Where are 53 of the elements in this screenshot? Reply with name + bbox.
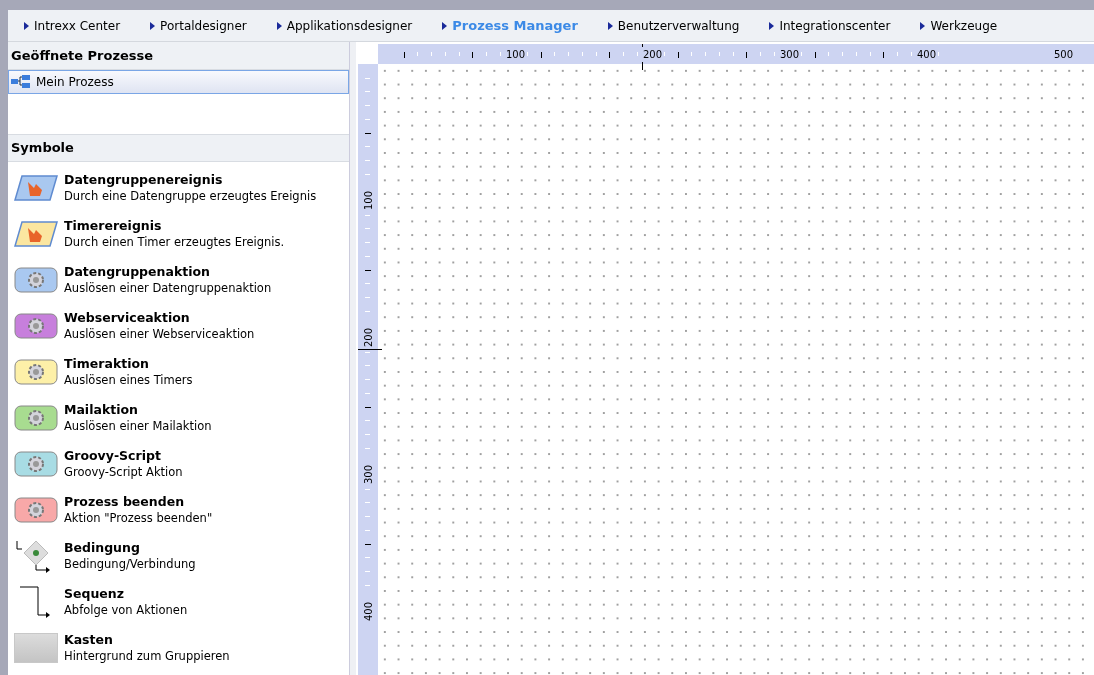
nav-tab[interactable]: Applikationsdesigner (276, 16, 413, 35)
symbol-title: Bedingung (64, 540, 141, 556)
symbol-description: Auslösen eines Timers (64, 372, 193, 388)
triangle-icon (920, 21, 926, 30)
symbol-item[interactable]: Timerereignis Durch einen Timer erzeugtes Ereignis. (14, 214, 349, 254)
symbol-item[interactable]: Kasten Hintergrund zum Gruppieren (14, 628, 349, 668)
symbol-description: Aktion "Prozess beenden" (64, 510, 213, 526)
symbol-item[interactable]: Mailaktion Auslösen einer Mailaktion (14, 398, 349, 438)
nav-tab[interactable]: Portaldesigner (150, 16, 247, 35)
symbol-item[interactable]: Groovy-Script Groovy-Script Aktion (14, 444, 349, 484)
symbol-description: Auslösen einer Mailaktion (64, 418, 212, 434)
symbol-description: Auslösen einer Webserviceaktion (64, 326, 255, 342)
symbol-item[interactable]: Prozess beenden Aktion "Prozess beenden" (14, 490, 349, 530)
nav-tab[interactable]: Werkzeuge (920, 16, 998, 35)
triangle-icon (769, 21, 775, 30)
symbol-title: Sequenz (64, 586, 125, 602)
symbol-title: Prozess beenden (64, 494, 186, 510)
symbol-description: Groovy-Script Aktion (64, 464, 183, 480)
symbol-description: Durch eine Datengruppe erzeugtes Ereignis (64, 188, 317, 204)
symbol-title: Webserviceaktion (64, 310, 191, 326)
symbol-item[interactable]: Datengruppenaktion Auslösen einer Datengruppenaktion (14, 260, 349, 300)
triangle-icon (24, 21, 29, 30)
nav-tab[interactable]: Intrexx Center (24, 16, 121, 35)
symbol-title: Datengruppenaktion (64, 264, 211, 280)
symbol-item[interactable]: Datengruppenereignis Durch eine Datengruppe erzeugtes Ereignis (14, 168, 349, 208)
ruler-label: 200 (642, 47, 664, 62)
triangle-icon (150, 21, 156, 30)
symbol-title: Kasten (64, 632, 114, 648)
process-icon (11, 75, 31, 89)
symbol-title: Timeraktion (64, 356, 150, 372)
symbol-title: Timerereignis (64, 218, 163, 234)
symbol-item[interactable]: Webserviceaktion Auslösen einer Webserviceaktion (14, 306, 349, 346)
symbol-description: Auslösen einer Datengruppenaktion (64, 280, 272, 296)
nav-tab[interactable]: Integrationscenter (769, 16, 891, 35)
symbol-item[interactable]: Sequenz Abfolge von Aktionen (14, 582, 349, 622)
symbol-description: Abfolge von Aktionen (64, 602, 188, 618)
symbol-description: Durch einen Timer erzeugtes Ereignis. (64, 234, 285, 250)
panel-header: Symbole (8, 134, 349, 162)
triangle-icon (276, 21, 282, 30)
box-shape-icon (14, 633, 58, 663)
triangle-icon (442, 21, 448, 30)
symbol-title: Datengruppenereignis (64, 172, 224, 188)
position-marker (358, 349, 382, 350)
symbol-description: Hintergrund zum Gruppieren (64, 648, 230, 664)
nav-tab[interactable]: Benutzerverwaltung (607, 16, 740, 35)
symbol-item[interactable]: Bedingung Bedingung/Verbindung (14, 536, 349, 576)
symbol-description: Bedingung/Verbindung (64, 556, 196, 572)
triangle-icon (607, 21, 613, 30)
symbol-item[interactable]: Timeraktion Auslösen eines Timers (14, 352, 349, 392)
symbol-title: Groovy-Script (64, 448, 162, 464)
symbol-title: Mailaktion (64, 402, 139, 418)
panel-header: Geöffnete Prozesse (8, 42, 349, 70)
process-item[interactable]: Mein Prozess (8, 70, 349, 94)
